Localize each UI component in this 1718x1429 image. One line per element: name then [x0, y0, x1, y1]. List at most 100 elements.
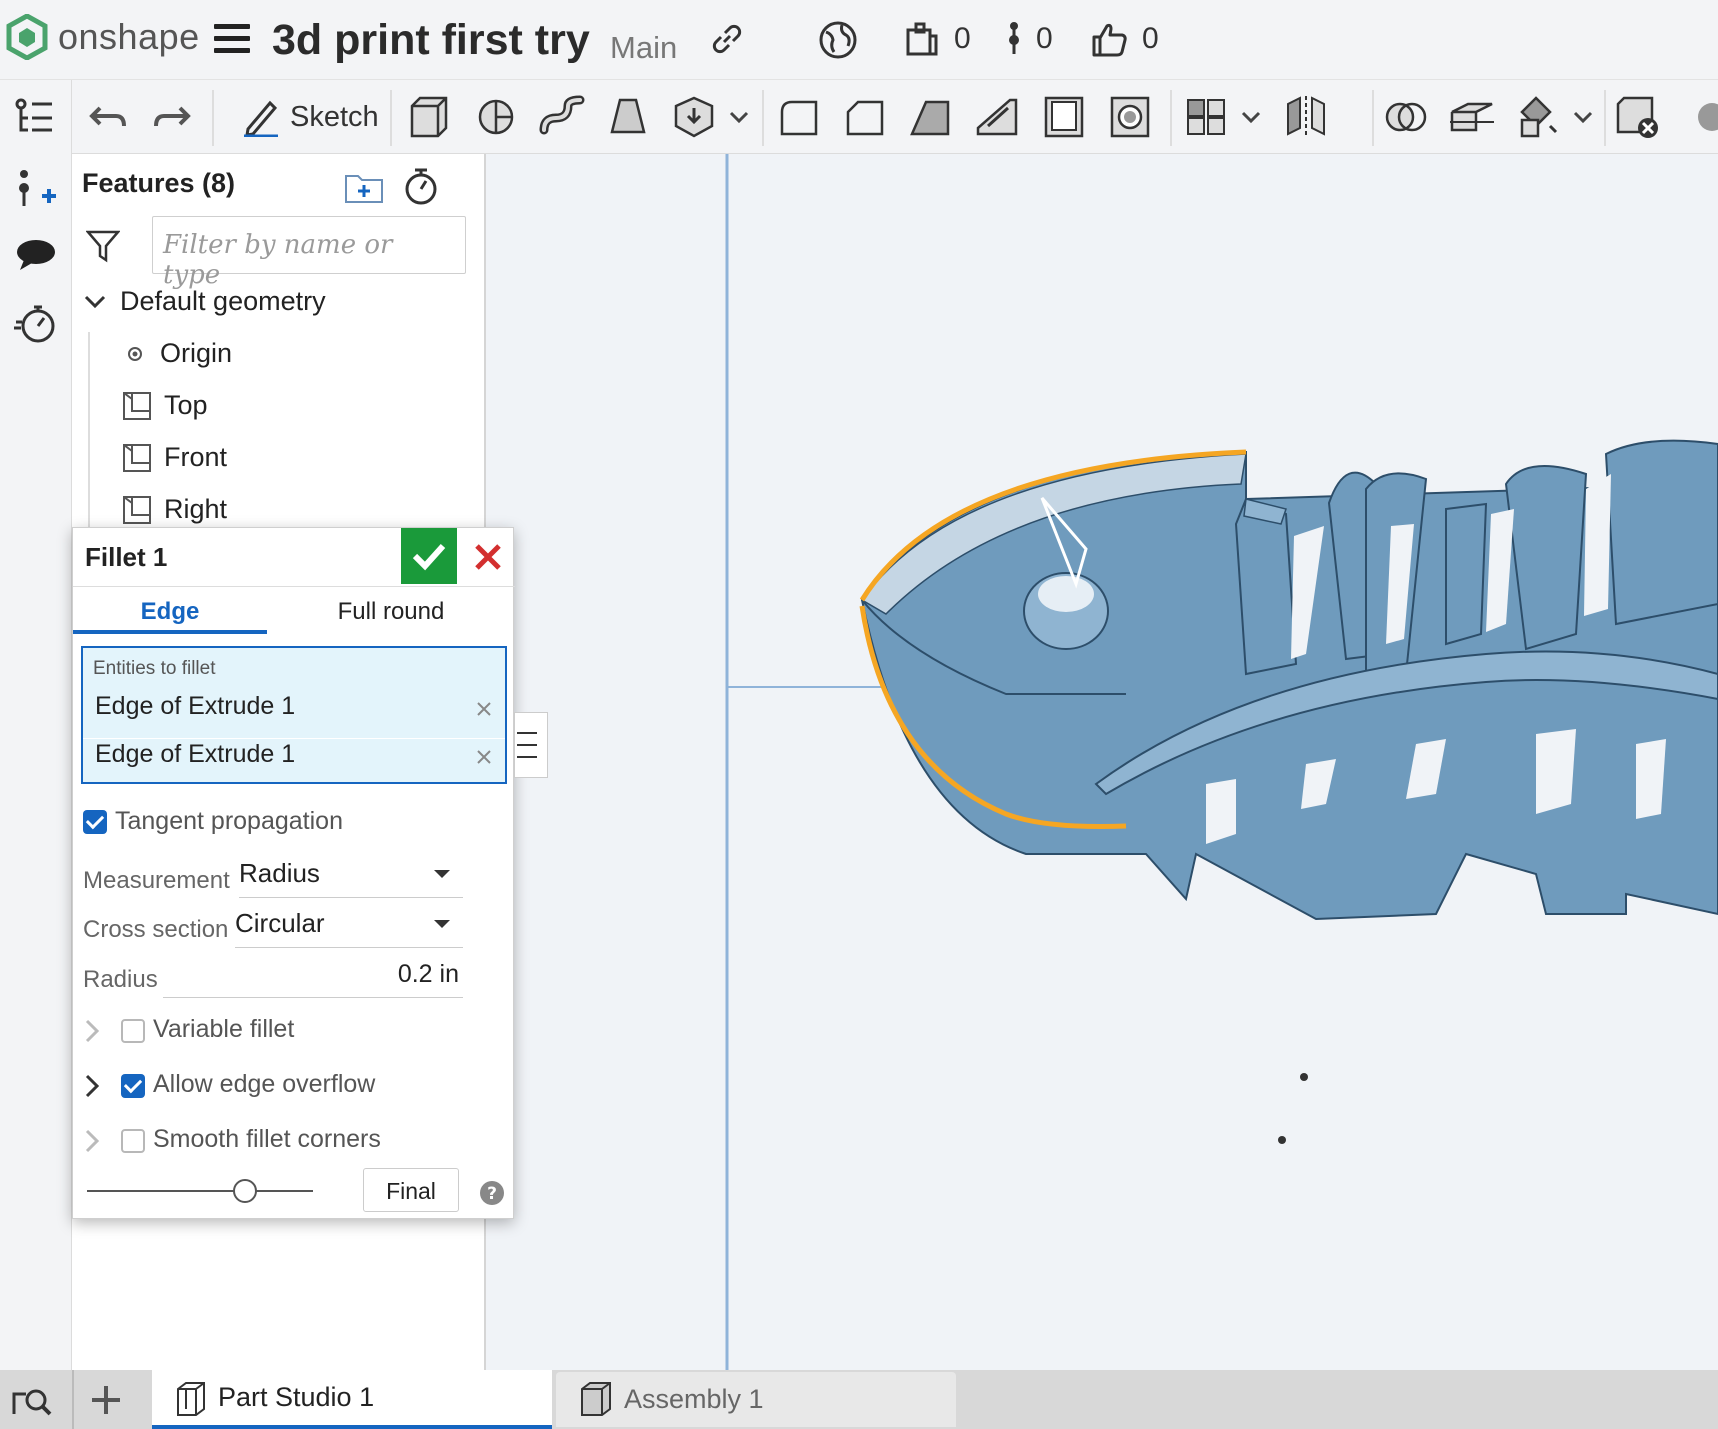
help-icon[interactable]: ? — [479, 1180, 505, 1206]
tab-label: Assembly 1 — [624, 1384, 764, 1414]
remove-entity-icon[interactable] — [475, 700, 493, 718]
mirror-icon[interactable] — [1282, 94, 1330, 140]
entity-item[interactable]: Edge of Extrude 1 — [95, 740, 295, 769]
versions-counter[interactable]: 0 — [904, 20, 971, 58]
tree-item-origin[interactable]: Origin — [122, 338, 232, 369]
pencil-icon — [244, 100, 278, 137]
split-icon[interactable] — [1448, 94, 1496, 140]
measurement-label: Measurement — [83, 867, 230, 894]
cross-section-select[interactable]: Circular — [235, 900, 463, 948]
pattern-icon[interactable] — [1182, 94, 1230, 140]
link-icon[interactable] — [710, 22, 744, 56]
features-title: Features (8) — [82, 168, 236, 198]
measurement-select[interactable]: Radius — [239, 850, 463, 898]
plane-icon — [123, 443, 151, 472]
cross-section-value: Circular — [235, 908, 325, 938]
branches-icon — [1009, 22, 1019, 54]
more-tools-icon[interactable] — [1676, 94, 1718, 140]
likes-counter[interactable]: 0 — [1090, 20, 1159, 58]
onshape-logo-icon — [6, 14, 48, 60]
entities-label: Entities to fillet — [93, 658, 216, 679]
main-menu-button[interactable] — [214, 24, 250, 56]
model-canvas[interactable] — [486, 154, 1718, 1370]
top-bar: onshape 3d print first try Main 0 0 0 — [0, 0, 1718, 80]
variable-fillet-checkbox[interactable] — [121, 1019, 145, 1043]
add-folder-icon[interactable] — [344, 170, 384, 204]
thicken-icon[interactable] — [670, 94, 718, 140]
shell-icon[interactable] — [1040, 94, 1088, 140]
chevron-down-icon[interactable] — [1236, 94, 1266, 140]
smooth-fillet-corners-checkbox[interactable] — [121, 1129, 145, 1153]
entity-item[interactable]: Edge of Extrude 1 — [95, 692, 295, 721]
tab-edge[interactable]: Edge — [73, 586, 267, 634]
tree-item-label: Right — [164, 494, 228, 524]
redo-icon[interactable] — [146, 94, 194, 140]
variable-fillet-label: Variable fillet — [153, 1015, 295, 1043]
chevron-down-icon[interactable] — [724, 94, 754, 140]
chevron-right-icon[interactable] — [83, 1128, 101, 1154]
sketch-button[interactable]: Sketch — [234, 90, 387, 144]
extrude-icon[interactable] — [406, 94, 454, 140]
allow-edge-overflow-checkbox[interactable] — [121, 1074, 145, 1098]
feature-list-icon[interactable] — [12, 94, 60, 142]
undo-icon[interactable] — [86, 94, 134, 140]
radius-input[interactable]: 0.2 in — [163, 952, 463, 998]
chamfer-icon[interactable] — [842, 94, 890, 140]
list-toggle[interactable] — [514, 712, 548, 778]
radius-label: Radius — [83, 966, 158, 993]
draft-icon[interactable] — [908, 94, 956, 140]
search-tabs-icon[interactable] — [12, 1384, 52, 1418]
remove-entity-icon[interactable] — [475, 748, 493, 766]
tab-part-studio[interactable]: Part Studio 1 — [152, 1370, 552, 1429]
globe-icon[interactable] — [818, 20, 858, 60]
onshape-logo[interactable]: onshape — [6, 14, 200, 60]
tab-full-round[interactable]: Full round — [267, 586, 515, 634]
assembly-icon — [581, 1381, 611, 1416]
preview-slider-track[interactable] — [87, 1190, 313, 1192]
graphics-viewport[interactable] — [486, 154, 1718, 1370]
sketch-label: Sketch — [290, 100, 379, 133]
tree-item-front[interactable]: Front — [122, 442, 227, 473]
hole-icon[interactable] — [1106, 94, 1154, 140]
fish-model[interactable] — [859, 439, 1718, 921]
svg-text:?: ? — [487, 1184, 497, 1204]
rib-icon[interactable] — [974, 94, 1022, 140]
fillet-icon[interactable] — [776, 94, 824, 140]
tree-item-top[interactable]: Top — [122, 390, 208, 421]
delete-part-icon[interactable] — [1614, 94, 1662, 140]
bottom-tab-bar: Part Studio 1 Assembly 1 — [0, 1370, 1718, 1429]
plane-icon — [123, 495, 151, 524]
revolve-icon[interactable] — [472, 94, 520, 140]
boolean-icon[interactable] — [1382, 94, 1430, 140]
likes-count: 0 — [1142, 22, 1159, 55]
cancel-button[interactable] — [461, 528, 515, 584]
tree-item-right[interactable]: Right — [122, 494, 227, 525]
final-button[interactable]: Final — [363, 1168, 459, 1212]
loft-icon[interactable] — [604, 94, 652, 140]
default-geometry-group[interactable]: Default geometry — [82, 286, 326, 317]
document-title[interactable]: 3d print first try — [272, 16, 590, 65]
tab-assembly[interactable]: Assembly 1 — [556, 1372, 956, 1427]
document-branch[interactable]: Main — [610, 30, 677, 66]
sweep-icon[interactable] — [538, 94, 586, 140]
versions-count: 0 — [954, 22, 971, 55]
versions-icon — [906, 22, 938, 56]
confirm-button[interactable] — [401, 528, 457, 584]
preview-slider-thumb[interactable] — [233, 1179, 258, 1203]
filter-icon[interactable] — [86, 228, 120, 264]
tangent-propagation-checkbox[interactable] — [83, 810, 107, 834]
transform-icon[interactable] — [1514, 94, 1562, 140]
feature-filter-input[interactable]: Filter by name or type — [152, 216, 466, 290]
entities-selection-box[interactable]: Entities to fillet Edge of Extrude 1 Edg… — [81, 646, 507, 784]
rollback-timer-icon[interactable] — [402, 166, 440, 206]
chevron-right-icon[interactable] — [83, 1073, 101, 1099]
comments-icon[interactable] — [12, 230, 60, 278]
branches-counter[interactable]: 0 — [1006, 20, 1053, 58]
add-variable-icon[interactable] — [12, 166, 60, 214]
history-timer-icon[interactable] — [12, 300, 60, 348]
tab-label: Part Studio 1 — [218, 1382, 375, 1412]
brand-name: onshape — [58, 16, 200, 57]
add-tab-icon[interactable] — [88, 1382, 124, 1418]
chevron-right-icon[interactable] — [83, 1018, 101, 1044]
chevron-down-icon[interactable] — [1568, 94, 1598, 140]
